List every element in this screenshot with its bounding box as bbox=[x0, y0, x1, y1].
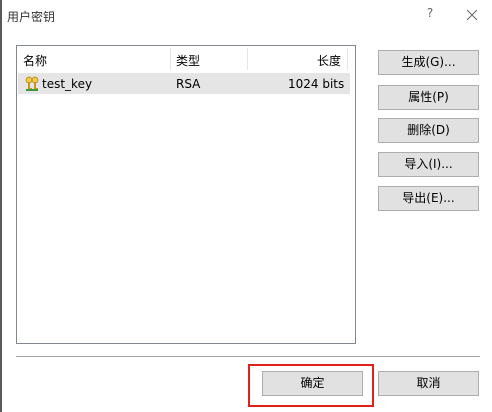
import-button[interactable]: 导入(I)... bbox=[378, 152, 479, 177]
column-header-length[interactable]: 长度 bbox=[317, 52, 341, 68]
list-header: 名称 类型 长度 bbox=[17, 46, 355, 70]
close-button[interactable] bbox=[462, 4, 482, 24]
column-header-type[interactable]: 类型 bbox=[176, 52, 200, 68]
generate-button[interactable]: 生成(G)... bbox=[378, 50, 479, 75]
delete-button[interactable]: 删除(D) bbox=[378, 118, 479, 143]
key-type: RSA bbox=[176, 77, 201, 91]
footer-divider-highlight bbox=[16, 357, 480, 358]
cancel-button[interactable]: 取消 bbox=[378, 371, 479, 396]
key-list[interactable]: 名称 类型 长度 test_key RSA 1024 bits bbox=[16, 45, 356, 344]
column-separator[interactable] bbox=[347, 48, 348, 70]
title-bar: 用户密钥 ? bbox=[2, 0, 492, 28]
key-name: test_key bbox=[42, 77, 93, 91]
help-button[interactable]: ? bbox=[420, 6, 440, 24]
column-separator[interactable] bbox=[247, 48, 248, 70]
key-pair-icon bbox=[24, 76, 40, 92]
export-button[interactable]: 导出(E)... bbox=[378, 186, 479, 211]
key-length: 1024 bits bbox=[288, 77, 345, 91]
window-title: 用户密钥 bbox=[7, 10, 56, 24]
properties-button[interactable]: 属性(P) bbox=[378, 85, 479, 110]
window-left-edge bbox=[0, 0, 2, 412]
ok-button-highlight bbox=[248, 364, 374, 407]
table-row[interactable]: test_key RSA 1024 bits bbox=[18, 73, 350, 94]
close-icon bbox=[466, 9, 478, 21]
column-separator[interactable] bbox=[170, 48, 171, 70]
column-header-name[interactable]: 名称 bbox=[23, 52, 47, 68]
